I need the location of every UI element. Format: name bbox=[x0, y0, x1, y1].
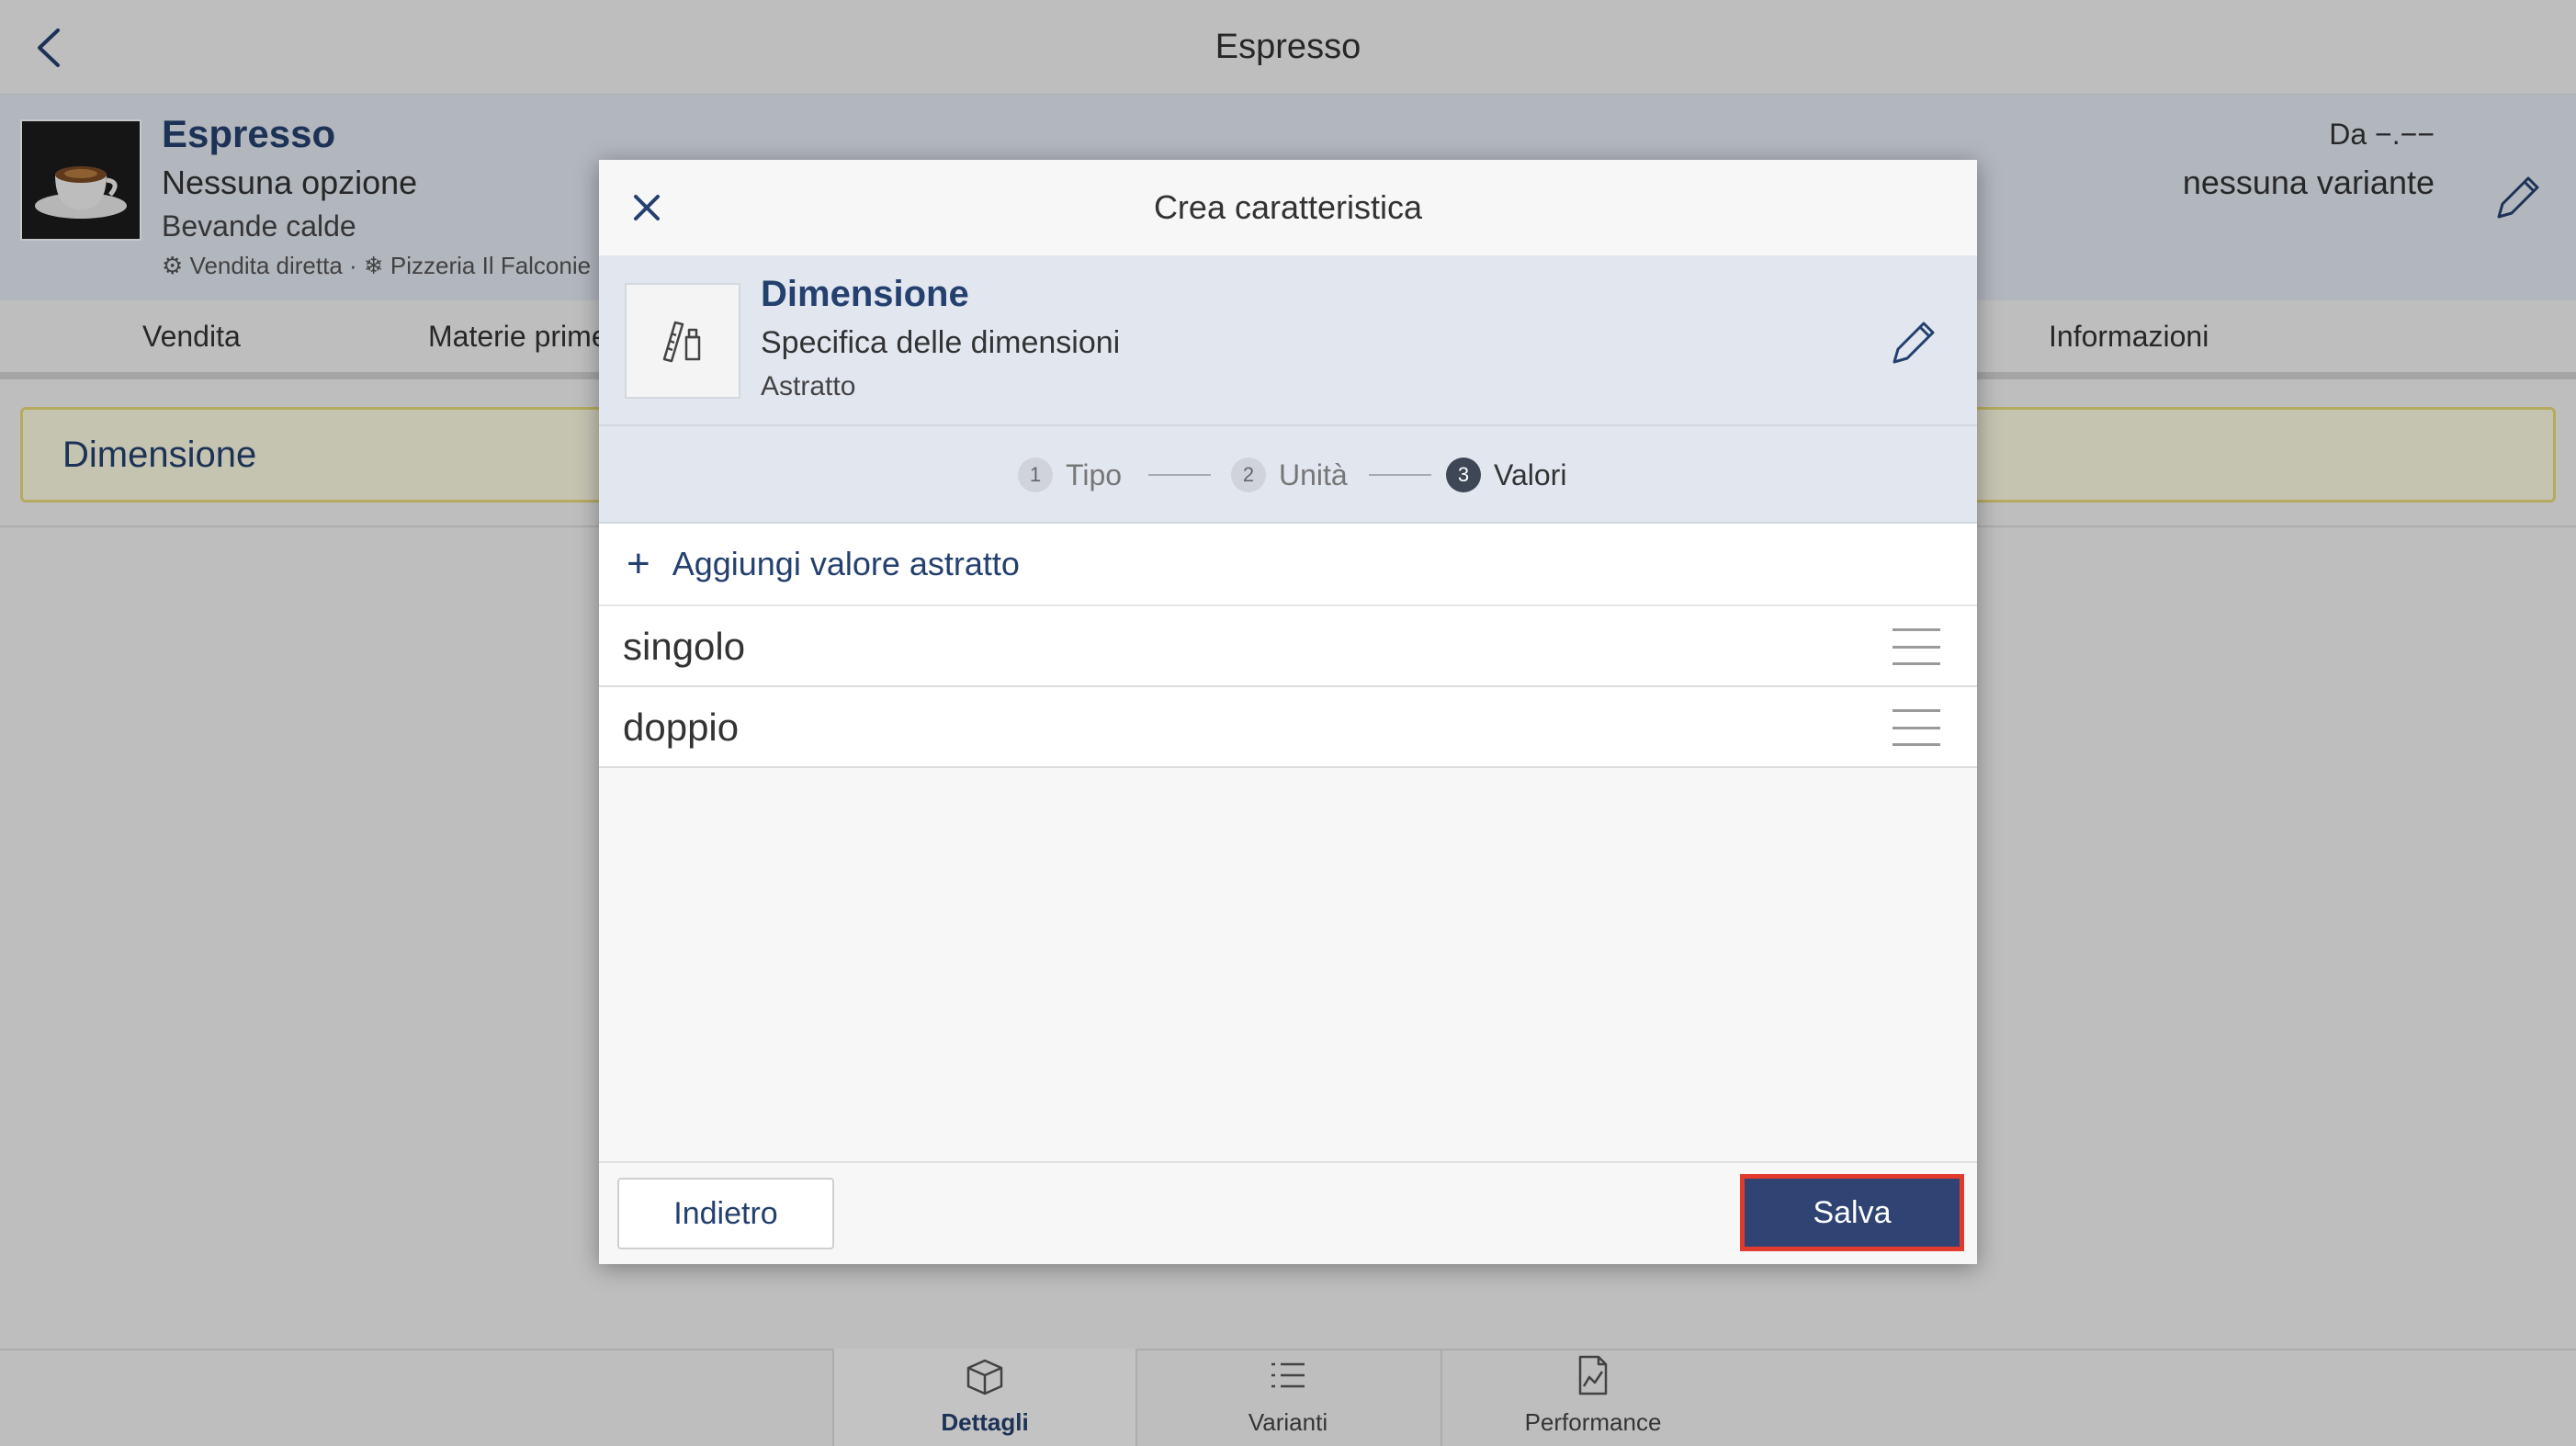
step-label: Unità bbox=[1279, 458, 1348, 491]
drag-handle-icon[interactable] bbox=[1892, 628, 1940, 665]
edit-characteristic-button[interactable] bbox=[1885, 316, 1940, 371]
value-row[interactable]: doppio bbox=[599, 687, 1977, 768]
stepper: 1 Tipo 2 Unità 3 Valori bbox=[599, 426, 1977, 524]
create-characteristic-dialog: Crea caratteristica Dimensione Specifica… bbox=[599, 160, 1977, 1264]
step-label: Tipo bbox=[1066, 458, 1123, 491]
drag-handle-icon[interactable] bbox=[1892, 709, 1940, 746]
step-number: 1 bbox=[1018, 458, 1053, 492]
step-number: 2 bbox=[1231, 458, 1266, 492]
back-step-button[interactable]: Indietro bbox=[617, 1178, 834, 1249]
characteristic-description: Specifica delle dimensioni bbox=[761, 325, 1121, 360]
step-unita[interactable]: 2 Unità bbox=[1231, 426, 1348, 524]
step-number: 3 bbox=[1446, 458, 1481, 492]
value-label: singolo bbox=[623, 625, 746, 668]
measure-icon bbox=[662, 321, 701, 363]
value-label: doppio bbox=[623, 706, 740, 749]
dialog-title: Crea caratteristica bbox=[1153, 188, 1423, 226]
add-abstract-value-label: Aggiungi valore astratto bbox=[672, 545, 1020, 582]
close-button[interactable] bbox=[617, 178, 676, 237]
add-abstract-value-button[interactable]: + Aggiungi valore astratto bbox=[599, 524, 1977, 606]
step-tipo[interactable]: 1 Tipo bbox=[1018, 426, 1122, 524]
step-connector bbox=[1148, 474, 1211, 476]
pencil-icon bbox=[1892, 322, 1935, 364]
save-button[interactable]: Salva bbox=[1740, 1174, 1964, 1251]
step-connector bbox=[1369, 474, 1431, 476]
close-icon bbox=[634, 195, 660, 220]
step-valori[interactable]: 3 Valori bbox=[1446, 426, 1566, 524]
value-row[interactable]: singolo bbox=[599, 606, 1977, 687]
characteristic-name: Dimensione bbox=[761, 274, 969, 314]
plus-icon: + bbox=[627, 541, 650, 586]
characteristic-icon-box bbox=[625, 283, 740, 399]
characteristic-type: Astratto bbox=[761, 371, 856, 401]
step-label: Valori bbox=[1494, 458, 1567, 491]
